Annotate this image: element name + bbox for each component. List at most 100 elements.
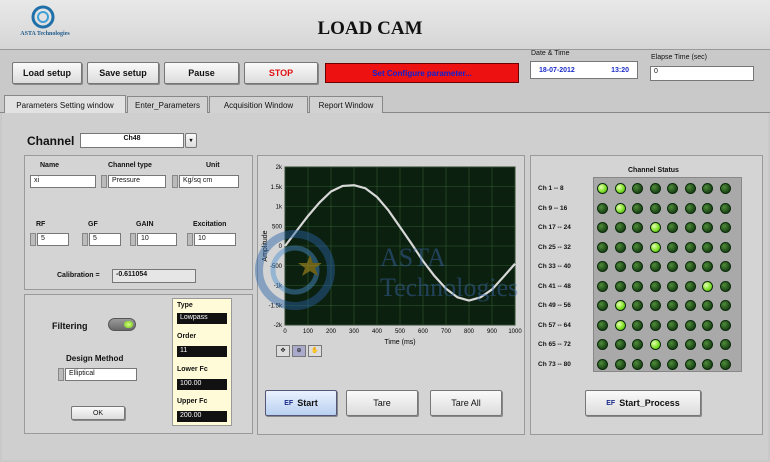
x-tick-label: 600 xyxy=(418,329,429,335)
channel-type-selector[interactable] xyxy=(101,175,107,188)
date-value: 18-07-2012 xyxy=(539,66,575,74)
gain-stepper[interactable] xyxy=(130,233,136,246)
channel-led xyxy=(649,300,661,311)
y-tick-label: -500 xyxy=(270,264,283,270)
channel-led xyxy=(597,202,608,214)
order-value: 11 xyxy=(177,346,227,357)
name-input[interactable]: xi xyxy=(30,175,96,188)
time-value: 13:20 xyxy=(611,66,629,74)
channel-led xyxy=(719,319,731,331)
channel-type-value[interactable]: Pressure xyxy=(108,175,166,188)
channel-led xyxy=(719,339,731,350)
start-process-label: Start_Process xyxy=(619,398,680,408)
channel-led xyxy=(614,280,626,292)
lower-fc-value: 100.00 xyxy=(177,379,227,390)
filtering-toggle[interactable] xyxy=(108,318,136,331)
channel-led xyxy=(614,241,626,253)
start-process-button[interactable]: EF Start_Process xyxy=(585,390,701,416)
channel-led xyxy=(614,339,626,350)
pan-tool-icon[interactable]: ✋ xyxy=(308,344,322,357)
pause-button[interactable]: Pause xyxy=(164,62,239,84)
channel-led xyxy=(667,339,678,350)
channel-row-label: Ch 57 -- 64 xyxy=(538,321,571,329)
x-tick-label: 0 xyxy=(283,329,287,335)
channel-led xyxy=(649,319,661,331)
design-method-selector[interactable] xyxy=(58,368,64,381)
channel-select[interactable]: Ch48 xyxy=(80,133,184,148)
channel-led xyxy=(719,300,731,311)
channel-dropdown-button[interactable]: ▾ xyxy=(185,133,197,148)
gf-input[interactable]: 5 xyxy=(89,233,121,246)
tab-parameters-setting[interactable]: Parameters Setting window xyxy=(4,95,126,114)
channel-led xyxy=(649,339,661,350)
tab-acquisition-window[interactable]: Acquisition Window xyxy=(209,96,308,114)
design-method-value[interactable]: Elliptical xyxy=(65,368,137,381)
zoom-tool-icon[interactable]: ⊕ xyxy=(292,344,306,357)
save-setup-button[interactable]: Save setup xyxy=(87,62,159,84)
excitation-input[interactable]: 10 xyxy=(194,233,236,246)
channel-led xyxy=(702,319,713,331)
channel-led xyxy=(632,202,643,214)
excitation-stepper[interactable] xyxy=(187,233,193,246)
channel-led xyxy=(702,280,713,292)
unit-selector[interactable] xyxy=(172,175,178,188)
logo: ASTA Technologies xyxy=(10,4,80,44)
gf-stepper[interactable] xyxy=(82,233,88,246)
channel-led xyxy=(632,358,643,370)
start-button[interactable]: EF Start xyxy=(265,390,337,416)
filtering-label: Filtering xyxy=(52,321,88,331)
logo-swirl-icon xyxy=(31,5,55,29)
load-setup-button[interactable]: Load setup xyxy=(12,62,82,84)
tab-enter-parameters[interactable]: Enter_Parameters xyxy=(127,96,208,114)
channel-led xyxy=(702,300,713,311)
rf-input[interactable]: 5 xyxy=(37,233,69,246)
channel-led xyxy=(667,183,678,194)
lower-fc-label: Lower Fc xyxy=(177,366,208,373)
y-axis-label: Amplitude xyxy=(262,230,269,261)
unit-value[interactable]: Kg/sq cm xyxy=(179,175,239,188)
channel-led xyxy=(597,280,608,292)
stop-button[interactable]: STOP xyxy=(244,62,318,84)
excitation-label: Excitation xyxy=(193,221,227,228)
gain-input[interactable]: 10 xyxy=(137,233,177,246)
rf-stepper[interactable] xyxy=(30,233,36,246)
date-time-display: 18-07-2012 13:20 xyxy=(530,61,638,79)
x-tick-label: 500 xyxy=(395,329,406,335)
channel-led xyxy=(649,241,661,253)
channel-label: Channel xyxy=(27,134,75,148)
ok-button[interactable]: OK xyxy=(71,406,125,420)
unit-label: Unit xyxy=(206,162,220,169)
channel-led xyxy=(719,222,731,233)
x-tick-label: 1000 xyxy=(508,329,522,335)
channel-led xyxy=(614,261,626,272)
channel-led xyxy=(667,261,678,272)
channel-led xyxy=(632,261,643,272)
cursor-tool-icon[interactable]: ✥ xyxy=(276,344,290,357)
calibration-value: -0.611054 xyxy=(112,269,196,283)
amplitude-chart: 0 100 200 300 400 500 600 700 800 900 1000 2k 1.5k 1k… xyxy=(262,165,522,346)
channel-status-title: Channel Status xyxy=(628,167,679,174)
channel-led xyxy=(702,183,713,194)
channel-led xyxy=(719,261,731,272)
channel-led xyxy=(614,183,626,194)
graph-palette[interactable]: ✥ ⊕ ✋ xyxy=(276,344,322,357)
elapse-time-display: 0 xyxy=(650,66,754,81)
tab-report-window[interactable]: Report Window xyxy=(309,96,383,114)
channel-led xyxy=(719,183,731,194)
channel-led xyxy=(649,202,661,214)
type-value: Lowpass xyxy=(177,313,227,324)
order-label: Order xyxy=(177,333,197,340)
tare-button[interactable]: Tare xyxy=(346,390,418,416)
channel-led xyxy=(667,358,678,370)
type-label: Type xyxy=(177,302,193,309)
channel-led xyxy=(667,222,678,233)
channel-led xyxy=(597,358,608,370)
channel-led xyxy=(649,280,661,292)
channel-led xyxy=(632,300,643,311)
y-tick-label: -2k xyxy=(274,323,283,329)
channel-row-label: Ch 41 -- 48 xyxy=(538,282,571,290)
y-tick-label: 2k xyxy=(276,165,283,171)
channel-led xyxy=(667,202,678,214)
tare-all-button[interactable]: Tare All xyxy=(430,390,502,416)
gf-label: GF xyxy=(88,221,98,228)
